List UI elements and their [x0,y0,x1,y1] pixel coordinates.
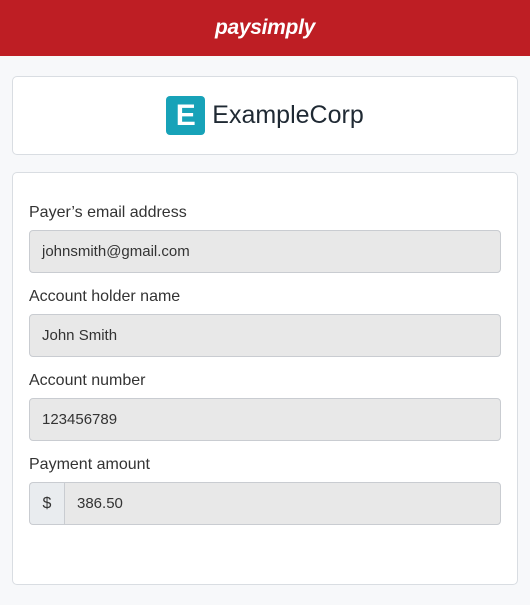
merchant-card: E ExampleCorp [12,76,518,155]
email-field[interactable]: johnsmith@gmail.com [29,230,501,273]
holder-field-group: Account holder name John Smith [29,288,501,357]
account-holder-field[interactable]: John Smith [29,314,501,357]
amount-input-group: $ 386.50 [29,482,501,525]
account-number-field[interactable]: 123456789 [29,398,501,441]
currency-symbol: $ [29,482,64,525]
merchant-logo-icon: E [166,96,206,135]
payment-amount-field[interactable]: 386.50 [64,482,501,525]
email-label: Payer’s email address [29,204,187,221]
account-label: Account number [29,372,146,389]
email-field-group: Payer’s email address johnsmith@gmail.co… [29,204,501,273]
paysimply-logo: paysimply [214,16,315,39]
merchant-name: ExampleCorp [212,101,364,129]
amount-field-group: Payment amount $ 386.50 [29,456,501,525]
holder-label: Account holder name [29,288,181,305]
amount-label: Payment amount [29,456,150,473]
account-field-group: Account number 123456789 [29,372,501,441]
payment-form: Payer’s email address johnsmith@gmail.co… [12,172,518,585]
top-bar: paysimply [0,0,530,56]
